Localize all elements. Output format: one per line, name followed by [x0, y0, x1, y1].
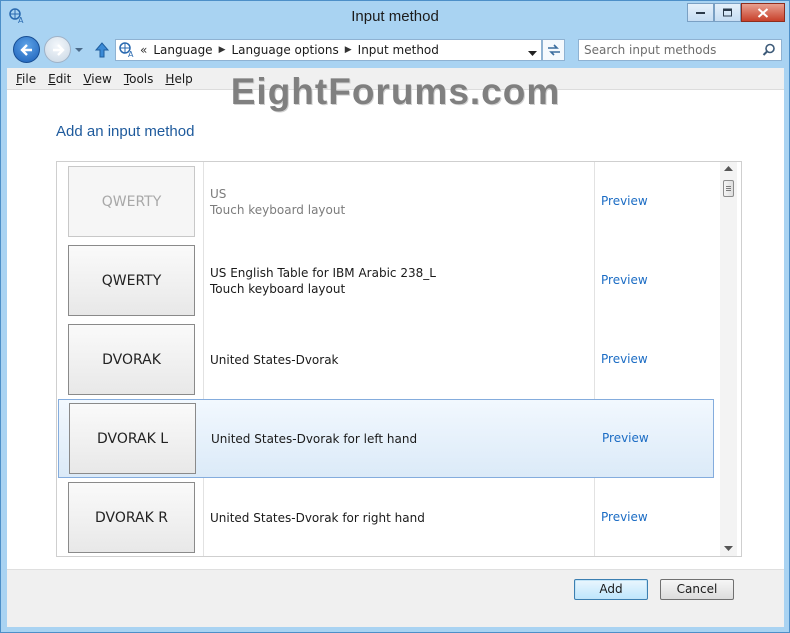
input-method-description: US Touch keyboard layout — [210, 162, 345, 241]
refresh-button[interactable] — [542, 39, 565, 61]
input-method-rows: QWERTY US Touch keyboard layout Preview … — [57, 162, 720, 556]
input-method-description: United States-Dvorak for right hand — [210, 478, 425, 556]
input-method-row[interactable]: DVORAK United States-Dvorak Preview — [57, 320, 720, 399]
preview-link[interactable]: Preview — [601, 194, 648, 208]
language-icon: A — [119, 42, 135, 59]
input-method-subtitle: Touch keyboard layout — [210, 281, 346, 296]
preview-link[interactable]: Preview — [601, 352, 648, 366]
keyboard-layout-thumbnail: QWERTY — [68, 166, 195, 237]
cancel-button[interactable]: Cancel — [660, 579, 734, 600]
search-icon[interactable] — [762, 43, 776, 57]
breadcrumb-item-input-method[interactable]: Input method — [358, 43, 439, 57]
content-area: EightForums.com Add an input method QWER… — [7, 71, 784, 569]
title-bar: A Input method — [1, 1, 789, 33]
breadcrumb-separator[interactable]: ▶ — [219, 45, 226, 55]
chevron-down-icon — [724, 546, 733, 551]
vertical-scrollbar[interactable] — [720, 162, 737, 556]
minimize-button[interactable] — [687, 3, 714, 22]
input-method-row[interactable]: QWERTY US Touch keyboard layout Preview — [57, 162, 720, 241]
search-input[interactable]: Search input methods — [578, 39, 782, 61]
keyboard-layout-thumbnail: DVORAK R — [68, 482, 195, 553]
input-method-row[interactable]: QWERTY US English Table for IBM Arabic 2… — [57, 241, 720, 320]
up-arrow-icon — [94, 42, 110, 58]
forward-button[interactable] — [44, 36, 71, 63]
address-bar[interactable]: A « Language ▶ Language options ▶ Input … — [115, 39, 542, 61]
close-icon — [757, 7, 769, 18]
keyboard-layout-thumbnail: DVORAK — [68, 324, 195, 395]
input-method-list: QWERTY US Touch keyboard layout Preview … — [56, 161, 742, 557]
input-method-name: United States-Dvorak for right hand — [210, 510, 425, 525]
scroll-up-button[interactable] — [720, 162, 737, 177]
svg-text:A: A — [128, 50, 134, 58]
preview-link[interactable]: Preview — [601, 273, 648, 287]
keyboard-layout-thumbnail: QWERTY — [68, 245, 195, 316]
input-method-row-selected[interactable]: DVORAK L United States-Dvorak for left h… — [58, 399, 714, 478]
breadcrumb-separator[interactable]: ▶ — [345, 45, 352, 55]
input-method-description: United States-Dvorak for left hand — [211, 400, 417, 477]
column-divider — [596, 400, 597, 479]
breadcrumb-item-language[interactable]: Language — [153, 43, 212, 57]
refresh-icon — [548, 44, 560, 56]
chevron-down-icon — [528, 51, 537, 56]
address-history-dropdown[interactable] — [528, 46, 537, 56]
back-arrow-icon — [20, 44, 32, 56]
column-divider — [203, 162, 204, 241]
column-divider — [203, 478, 204, 556]
preview-link[interactable]: Preview — [602, 431, 649, 445]
input-method-row[interactable]: DVORAK R United States-Dvorak for right … — [57, 478, 720, 556]
chevron-up-icon — [724, 166, 733, 171]
column-divider — [205, 400, 206, 479]
input-method-name: US English Table for IBM Arabic 238_L — [210, 265, 436, 280]
forward-arrow-icon — [53, 44, 65, 56]
add-button[interactable]: Add — [574, 579, 648, 600]
scrollbar-thumb[interactable] — [723, 180, 734, 197]
breadcrumb-overflow[interactable]: « — [140, 43, 147, 57]
input-method-subtitle: Touch keyboard layout — [210, 202, 346, 217]
chevron-down-icon — [75, 48, 83, 52]
input-method-name: US — [210, 186, 227, 201]
input-method-description: US English Table for IBM Arabic 238_L To… — [210, 241, 436, 320]
column-divider — [203, 320, 204, 399]
breadcrumb-item-language-options[interactable]: Language options — [232, 43, 339, 57]
watermark: EightForums.com — [230, 71, 561, 112]
close-button[interactable] — [741, 3, 785, 22]
column-divider — [594, 241, 595, 320]
input-method-name: United States-Dvorak — [210, 352, 339, 367]
input-method-name: United States-Dvorak for left hand — [211, 431, 418, 446]
input-method-description: United States-Dvorak — [210, 320, 339, 399]
column-divider — [594, 320, 595, 399]
preview-link[interactable]: Preview — [601, 510, 648, 524]
back-button[interactable] — [13, 36, 40, 63]
keyboard-layout-thumbnail: DVORAK L — [69, 403, 196, 474]
navigation-bar: A « Language ▶ Language options ▶ Input … — [1, 33, 789, 67]
scroll-down-button[interactable] — [720, 541, 737, 556]
window: A Input method A « Language ▶ Language o… — [0, 0, 790, 633]
search-placeholder: Search input methods — [584, 43, 717, 57]
column-divider — [203, 241, 204, 320]
breadcrumb: « Language ▶ Language options ▶ Input me… — [140, 43, 439, 57]
up-button[interactable] — [93, 41, 111, 59]
dialog-footer: Add Cancel — [7, 569, 784, 627]
page-title: Add an input method — [56, 123, 195, 140]
column-divider — [594, 478, 595, 556]
column-divider — [594, 162, 595, 241]
window-title: Input method — [351, 8, 439, 25]
recent-pages-dropdown[interactable] — [74, 44, 84, 54]
maximize-button[interactable] — [714, 3, 741, 22]
